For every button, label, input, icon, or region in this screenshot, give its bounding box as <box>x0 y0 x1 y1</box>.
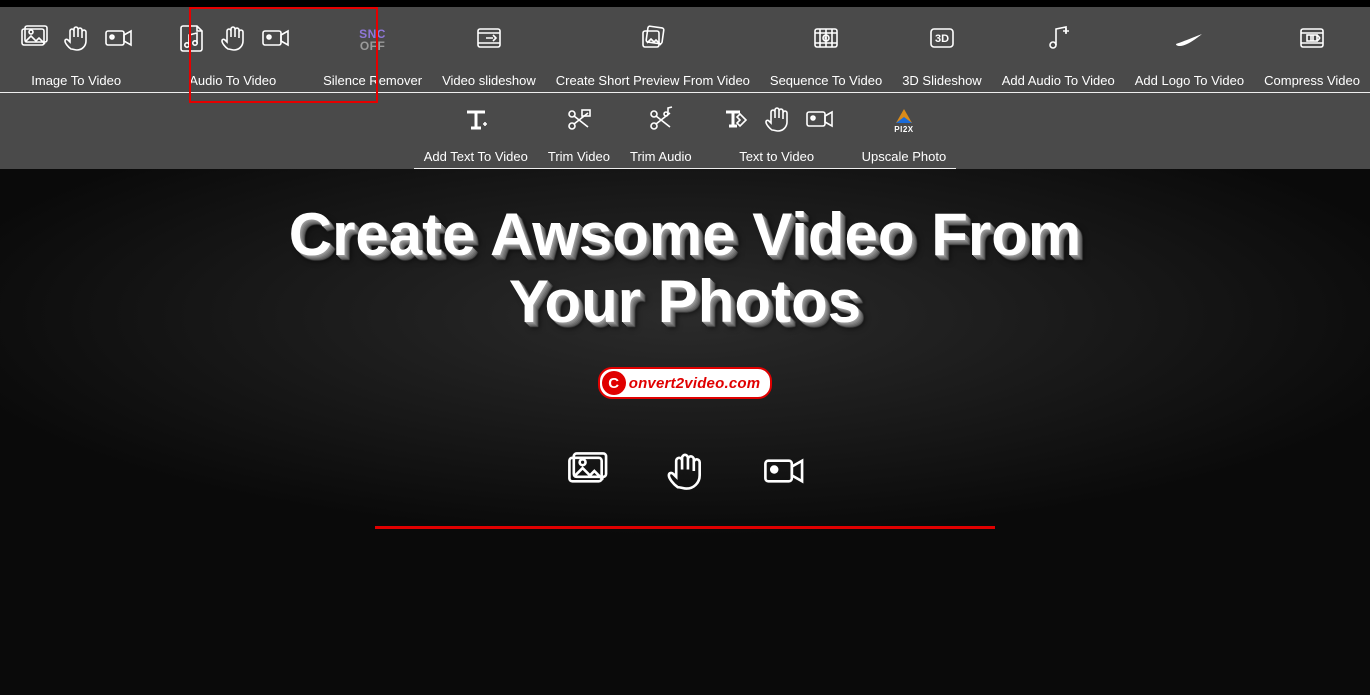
camera-icon <box>804 104 834 139</box>
photo-icon <box>19 23 49 58</box>
hero-icons <box>560 449 810 498</box>
hand-icon <box>658 449 712 498</box>
text-tag-icon <box>720 104 750 139</box>
swoosh-icon <box>1168 28 1210 53</box>
tool-upscale-photo[interactable]: PI2X Upscale Photo <box>852 93 957 169</box>
film-arrow-icon <box>474 23 504 58</box>
tool-label: Sequence To Video <box>770 65 882 88</box>
stack-icon <box>638 23 668 58</box>
hand-icon <box>218 23 248 58</box>
tool-sequence-to-video[interactable]: Sequence To Video <box>760 7 892 93</box>
three-d-icon <box>927 23 957 58</box>
tool-text-to-video[interactable]: Text to Video <box>702 93 852 169</box>
divider-red <box>375 526 995 529</box>
tool-label: Image To Video <box>31 65 121 88</box>
audio-doc-icon <box>176 23 206 58</box>
tool-silence-remover[interactable]: SNC OFF Silence Remover <box>313 7 432 93</box>
tool-label: Add Logo To Video <box>1135 65 1244 88</box>
hand-icon <box>762 104 792 139</box>
camera-icon <box>103 23 133 58</box>
tool-label: Trim Video <box>548 141 610 164</box>
compress-icon <box>1297 23 1327 58</box>
text-plus-icon <box>461 104 491 139</box>
tool-label: Compress Video <box>1264 65 1360 88</box>
pi2x-icon: PI2X <box>894 109 913 134</box>
tool-add-logo[interactable]: Add Logo To Video <box>1125 7 1254 93</box>
scissors-audio-icon <box>646 104 676 139</box>
photo-icon <box>560 449 614 498</box>
brand-c-icon: C <box>602 371 626 395</box>
snc-off-icon: SNC OFF <box>359 28 386 52</box>
tool-label: Silence Remover <box>323 65 422 88</box>
hero: Create Awsome Video From Your Photos C o… <box>0 169 1370 695</box>
brand-chip[interactable]: C onvert2video.com <box>598 367 773 399</box>
add-audio-icon <box>1043 23 1073 58</box>
tool-add-text[interactable]: Add Text To Video <box>414 93 538 169</box>
sequence-icon <box>811 23 841 58</box>
tool-compress-video[interactable]: Compress Video <box>1254 7 1370 93</box>
camera-icon <box>260 23 290 58</box>
tool-label: 3D Slideshow <box>902 65 982 88</box>
tool-3d-slideshow[interactable]: 3D Slideshow <box>892 7 992 93</box>
tool-trim-audio[interactable]: Trim Audio <box>620 93 702 169</box>
camera-icon <box>756 449 810 498</box>
tool-label: Upscale Photo <box>862 141 947 164</box>
hand-icon <box>61 23 91 58</box>
toolbar-row-2: Add Text To Video Trim Video Trim Audio … <box>0 93 1370 169</box>
tool-video-slideshow[interactable]: Video slideshow <box>432 7 546 93</box>
tool-short-preview[interactable]: Create Short Preview From Video <box>546 7 760 93</box>
tool-add-audio[interactable]: Add Audio To Video <box>992 7 1125 93</box>
toolbar-row-1: Image To Video Audio To Video SNC OFF Si… <box>0 7 1370 93</box>
tool-label: Add Text To Video <box>424 141 528 164</box>
tool-audio-to-video[interactable]: Audio To Video <box>152 7 313 93</box>
tool-label: Audio To Video <box>189 65 276 88</box>
tool-label: Text to Video <box>739 141 814 164</box>
scissors-video-icon <box>564 104 594 139</box>
tool-label: Trim Audio <box>630 141 692 164</box>
tool-image-to-video[interactable]: Image To Video <box>0 7 152 93</box>
tool-trim-video[interactable]: Trim Video <box>538 93 620 169</box>
toolbar: Image To Video Audio To Video SNC OFF Si… <box>0 7 1370 169</box>
tool-label: Add Audio To Video <box>1002 65 1115 88</box>
hero-title: Create Awsome Video From Your Photos <box>289 201 1081 335</box>
tool-label: Create Short Preview From Video <box>556 65 750 88</box>
brand-text: onvert2video.com <box>629 375 761 392</box>
tool-label: Video slideshow <box>442 65 536 88</box>
